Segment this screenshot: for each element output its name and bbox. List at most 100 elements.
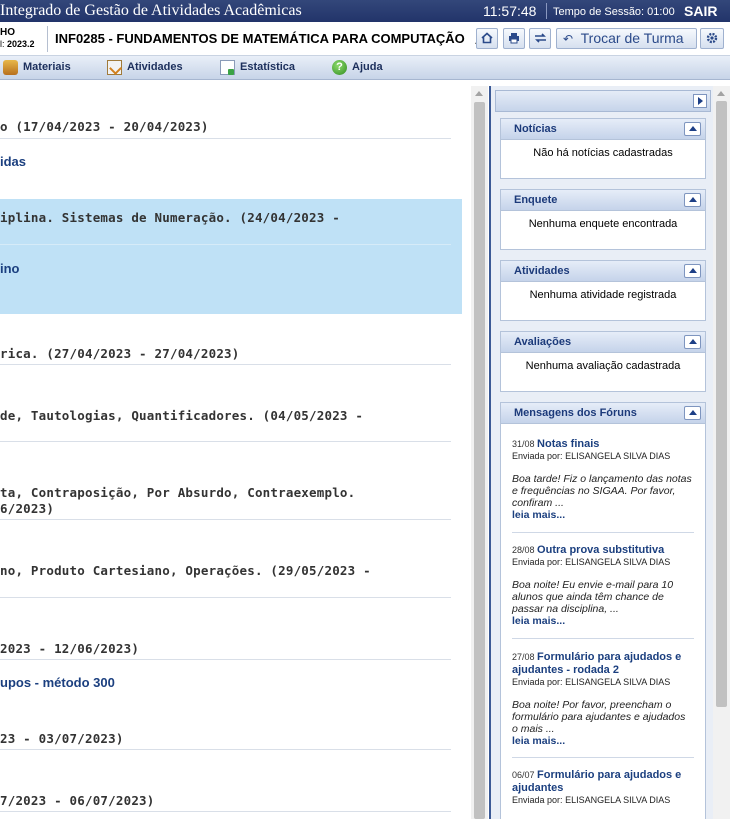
menu-label: Ajuda bbox=[352, 61, 383, 73]
box-title: Mensagens dos Fóruns bbox=[514, 407, 637, 419]
topic-divider bbox=[0, 244, 451, 245]
scroll-up-arrow-icon[interactable] bbox=[475, 91, 483, 96]
post-author: ELISANGELA SILVA DIAS bbox=[565, 677, 671, 687]
box-message: Nenhuma atividade registrada bbox=[529, 289, 677, 301]
forum-post: 27/08 Formulário para ajudados e ajudant… bbox=[512, 651, 694, 747]
box-title: Atividades bbox=[514, 265, 570, 277]
expand-sidebar-icon[interactable] bbox=[693, 94, 707, 108]
post-author: ELISANGELA SILVA DIAS bbox=[565, 795, 671, 805]
post-title-link[interactable]: Notas finais bbox=[537, 438, 599, 450]
sent-by-label: Enviada por: bbox=[512, 677, 563, 687]
topic-divider bbox=[0, 519, 451, 520]
box-header: Atividades bbox=[501, 261, 705, 282]
menu-label: Estatística bbox=[240, 61, 296, 73]
course-header: HO l: 2023.2 INF0285 - FUNDAMENTOS DE MA… bbox=[0, 22, 730, 56]
box-header: Mensagens dos Fóruns bbox=[501, 403, 705, 424]
topic-title: no, Produto Cartesiano, Operações. (29/0… bbox=[0, 563, 371, 578]
post-date: 27/08 bbox=[512, 652, 535, 662]
sidebar-toolbar bbox=[495, 90, 711, 112]
post-date: 31/08 bbox=[512, 439, 535, 449]
books-icon bbox=[3, 60, 18, 75]
print-button[interactable] bbox=[503, 28, 525, 49]
system-title: Integrado de Gestão de Atividades Acadêm… bbox=[0, 2, 302, 19]
switch-class-button[interactable]: ↶ Trocar de Turma bbox=[556, 28, 697, 49]
read-more-link[interactable]: leia mais... bbox=[512, 735, 694, 747]
system-top-bar: Integrado de Gestão de Atividades Acadêm… bbox=[0, 0, 730, 22]
menu-label: Atividades bbox=[127, 61, 183, 73]
menu-label: Materiais bbox=[23, 61, 71, 73]
scroll-thumb[interactable] bbox=[474, 102, 485, 819]
sent-by-label: Enviada por: bbox=[512, 795, 563, 805]
sidebar-scrollbar[interactable] bbox=[713, 86, 730, 819]
collapse-icon[interactable] bbox=[684, 193, 701, 207]
settings-button[interactable] bbox=[700, 28, 724, 49]
topic-title-continued: 6/2023) bbox=[0, 501, 55, 516]
topic-link[interactable]: idas bbox=[0, 154, 26, 169]
topic-title: 23 - 03/07/2023) bbox=[0, 731, 124, 746]
logout-link[interactable]: SAIR bbox=[684, 3, 717, 19]
activities-box: Atividades Nenhuma atividade registrada bbox=[500, 260, 706, 321]
collapse-icon[interactable] bbox=[684, 406, 701, 420]
forum-post: 06/07 Formulário para ajudados e ajudant… bbox=[512, 769, 694, 806]
topic-divider bbox=[0, 749, 451, 750]
post-author: ELISANGELA SILVA DIAS bbox=[565, 451, 671, 461]
post-title-link[interactable]: Outra prova substitutiva bbox=[537, 544, 664, 556]
topic-divider bbox=[0, 659, 451, 660]
topic-divider bbox=[0, 364, 451, 365]
topic-divider bbox=[0, 597, 451, 598]
post-excerpt: Boa tarde! Fiz o lançamento das notas e … bbox=[512, 473, 692, 509]
box-message: Nenhuma enquete encontrada bbox=[528, 218, 678, 230]
main-scrollbar[interactable] bbox=[471, 86, 488, 819]
topic-title: de, Tautologias, Quantificadores. (04/05… bbox=[0, 408, 364, 423]
read-more-link[interactable]: leia mais... bbox=[512, 615, 694, 627]
collapse-icon[interactable] bbox=[684, 122, 701, 136]
gear-icon bbox=[706, 32, 718, 44]
news-box: Notícias Não há notícias cadastradas bbox=[500, 118, 706, 179]
home-button[interactable] bbox=[476, 28, 498, 49]
course-title: INF0285 - FUNDAMENTOS DE MATEMÁTICA PARA… bbox=[55, 31, 465, 46]
sent-by-label: Enviada por: bbox=[512, 451, 563, 461]
sync-button[interactable] bbox=[529, 28, 551, 49]
home-icon bbox=[481, 32, 493, 44]
scroll-thumb[interactable] bbox=[716, 101, 727, 707]
menu-bar: Materiais Atividades Estatística ? Ajuda bbox=[0, 56, 730, 80]
help-icon: ? bbox=[332, 60, 347, 75]
return-arrow-icon: ↶ bbox=[563, 32, 574, 46]
statistics-icon bbox=[220, 60, 235, 75]
poll-box: Enquete Nenhuma enquete encontrada bbox=[500, 189, 706, 250]
read-more-link[interactable]: leia mais... bbox=[512, 509, 694, 521]
topic-title: 2023 - 12/06/2023) bbox=[0, 641, 140, 656]
box-title: Enquete bbox=[514, 194, 558, 206]
post-date: 06/07 bbox=[512, 770, 535, 780]
period-value: 2023.2 bbox=[7, 39, 35, 49]
collapse-icon[interactable] bbox=[684, 264, 701, 278]
box-header: Avaliações bbox=[501, 332, 705, 353]
box-header: Enquete bbox=[501, 190, 705, 211]
topic-list: o (17/04/2023 - 20/04/2023) idas iplina.… bbox=[0, 86, 471, 819]
post-separator bbox=[512, 757, 694, 758]
box-title: Notícias bbox=[514, 123, 557, 135]
topic-link[interactable]: ino bbox=[0, 261, 20, 276]
clock: 11:57:48 bbox=[483, 3, 537, 19]
post-title-link[interactable]: Formulário para ajudados e ajudantes - r… bbox=[512, 651, 681, 676]
forum-messages-box: Mensagens dos Fóruns 31/08 Notas finais … bbox=[500, 402, 706, 819]
separator bbox=[47, 26, 48, 52]
print-icon bbox=[509, 33, 519, 44]
user-name-fragment: HO bbox=[0, 27, 15, 38]
topic-link[interactable]: upos - método 300 bbox=[0, 675, 115, 690]
topic-divider bbox=[0, 138, 451, 139]
checklist-icon bbox=[107, 60, 122, 75]
box-message: Nenhuma avaliação cadastrada bbox=[525, 360, 681, 372]
separator bbox=[546, 3, 547, 19]
period: l: 2023.2 bbox=[0, 39, 35, 49]
forum-post: 31/08 Notas finais Enviada por: ELISANGE… bbox=[512, 438, 694, 521]
topic-divider bbox=[0, 811, 451, 812]
box-header: Notícias bbox=[501, 119, 705, 140]
forum-post: 28/08 Outra prova substitutiva Enviada p… bbox=[512, 544, 694, 627]
post-excerpt: Boa noite! Por favor, preencham o formul… bbox=[512, 699, 686, 735]
collapse-icon[interactable] bbox=[684, 335, 701, 349]
topic-divider bbox=[0, 441, 451, 442]
post-title-link[interactable]: Formulário para ajudados e ajudantes bbox=[512, 769, 681, 794]
right-sidebar: Notícias Não há notícias cadastradas Enq… bbox=[491, 86, 730, 819]
scroll-up-arrow-icon[interactable] bbox=[717, 91, 725, 96]
